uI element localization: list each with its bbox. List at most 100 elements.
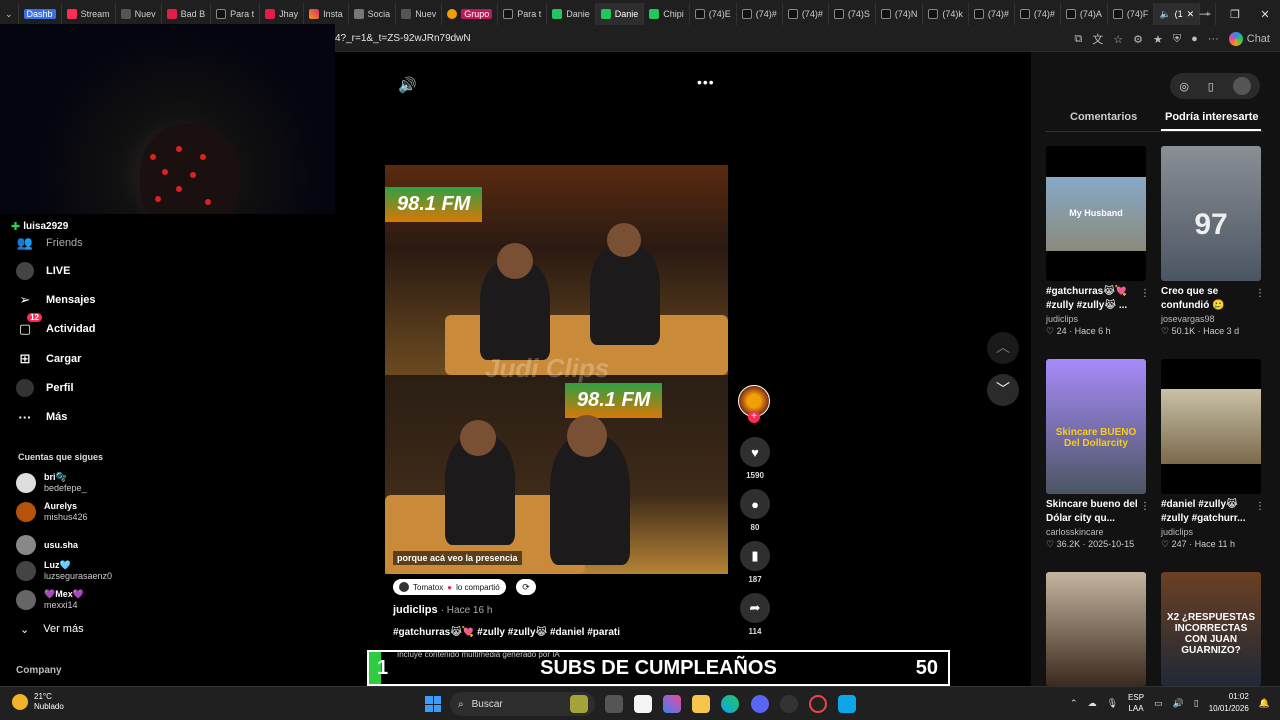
- volume-icon[interactable]: 🔊: [1173, 698, 1184, 709]
- more-options-icon[interactable]: •••: [697, 74, 715, 90]
- network-icon[interactable]: ▭: [1154, 698, 1163, 709]
- notification-bell-icon[interactable]: 🔔: [1259, 698, 1270, 709]
- chrome-icon[interactable]: [809, 695, 827, 713]
- tab-nuevo-2[interactable]: Nuev: [396, 3, 443, 25]
- save-button[interactable]: ▮ 187: [738, 541, 772, 584]
- tab-social[interactable]: Socia: [349, 3, 397, 25]
- following-account[interactable]: Luz🩵 luzsegurasaenz0: [16, 560, 112, 582]
- sidebar-item-profile[interactable]: Perfil: [16, 379, 74, 397]
- tab-bad-bunny[interactable]: Bad B: [162, 3, 212, 25]
- app-icon[interactable]: [838, 695, 856, 713]
- following-account[interactable]: Aurelys mishus426: [16, 501, 88, 523]
- mic-icon[interactable]: 🎙: [1107, 698, 1118, 709]
- follow-plus-icon[interactable]: +: [748, 411, 760, 423]
- author-name[interactable]: judiclips: [393, 604, 438, 616]
- tab-para-ti-2[interactable]: Para t: [498, 3, 548, 25]
- translate-icon[interactable]: 文: [1092, 31, 1103, 47]
- tab-daniel-1[interactable]: Danie: [547, 3, 596, 25]
- tab-nuevo-1[interactable]: Nuev: [116, 3, 162, 25]
- tab-tiktok-1[interactable]: (74)E: [690, 3, 737, 25]
- phone-icon[interactable]: ▯: [1208, 80, 1214, 93]
- open-in-app-icon[interactable]: ⧉: [1074, 33, 1082, 46]
- clock[interactable]: 01:02 10/01/2026: [1209, 691, 1249, 715]
- suggested-video-card[interactable]: X2 ¿RESPUESTAS INCORRECTAS CON JUAN GUAR…: [1161, 572, 1263, 686]
- battery-icon[interactable]: ▯: [1194, 698, 1199, 709]
- weather-widget[interactable]: 21°C Nublado: [12, 692, 64, 712]
- compass-icon[interactable]: ◎: [1179, 80, 1189, 93]
- see-more-button[interactable]: ⌄ Ver más: [20, 623, 84, 636]
- tab-tiktok-7[interactable]: (74)#: [969, 3, 1015, 25]
- repost-button[interactable]: ⟳: [516, 579, 536, 595]
- tab-para-ti-1[interactable]: Para t: [211, 3, 261, 25]
- file-explorer-icon[interactable]: [692, 695, 710, 713]
- tab-daniel-2[interactable]: Danie: [595, 3, 645, 25]
- edge-icon[interactable]: [721, 695, 739, 713]
- more-options-icon[interactable]: ⋮: [1255, 501, 1265, 512]
- tab-dashboard[interactable]: Dashb: [19, 3, 62, 25]
- copilot-app-icon[interactable]: [663, 695, 681, 713]
- close-icon[interactable]: ✕: [1250, 8, 1280, 21]
- tab-tiktok-3[interactable]: (74)#: [783, 3, 829, 25]
- next-video-button[interactable]: ﹀: [987, 374, 1019, 406]
- video-player[interactable]: 98.1 FM 98.1 FM Judi Clips porque acá ve…: [385, 165, 728, 574]
- chevron-up-icon[interactable]: ⌃: [1070, 698, 1078, 709]
- suggested-video-card[interactable]: Skincare BUENO Del Dollarcity ⋮ Skincare…: [1046, 359, 1150, 550]
- sidebar-item-activity[interactable]: ▢ 12 Actividad: [16, 313, 96, 338]
- company-link[interactable]: Company: [16, 665, 62, 676]
- sidebar-item-messages[interactable]: ➢ Mensajes: [16, 291, 96, 309]
- maximize-icon[interactable]: ❐: [1220, 8, 1250, 21]
- comment-button[interactable]: ● 80: [738, 489, 772, 532]
- menu-dots-icon[interactable]: ···: [1208, 33, 1219, 45]
- extensions-icon[interactable]: ⚙: [1133, 33, 1143, 46]
- volume-icon[interactable]: 🔊: [398, 76, 417, 94]
- tab-jhay[interactable]: Jhay: [260, 3, 305, 25]
- minimize-icon[interactable]: —: [1190, 8, 1220, 20]
- tab-you-may-like[interactable]: Podría interesarte: [1165, 111, 1259, 123]
- more-options-icon[interactable]: ⋮: [1140, 501, 1150, 512]
- language-indicator[interactable]: ESP LAA: [1128, 692, 1144, 714]
- following-account[interactable]: usu.sha: [16, 535, 78, 555]
- search-highlight-icon[interactable]: [570, 695, 588, 713]
- tab-grupo[interactable]: Grupo: [442, 3, 499, 25]
- previous-video-button[interactable]: ︿: [987, 332, 1019, 364]
- tab-comments[interactable]: Comentarios: [1070, 111, 1137, 123]
- suggested-video-card[interactable]: 97 ⋮ Creo que se confundió 🥲 josevargas9…: [1161, 146, 1265, 337]
- suggested-video-card[interactable]: [1046, 572, 1148, 686]
- sidebar-item-live[interactable]: LIVE: [16, 262, 70, 280]
- sidebar-item-friends[interactable]: 👥 Friends: [16, 234, 83, 252]
- suggested-video-card[interactable]: My Husband ⋮ #gatchurras😹💘 #zully #zully…: [1046, 146, 1150, 337]
- share-button[interactable]: ➦ 114: [738, 593, 772, 636]
- tab-tiktok-10[interactable]: (74)F: [1108, 3, 1155, 25]
- sidebar-item-upload[interactable]: ⊞ Cargar: [16, 350, 82, 368]
- shared-by-pill[interactable]: Tomatox ● lo compartió: [393, 579, 506, 595]
- profile-avatar-icon[interactable]: ●: [1191, 33, 1198, 45]
- tab-stream[interactable]: Stream: [62, 3, 116, 25]
- copilot-chat-button[interactable]: Chat: [1228, 32, 1270, 46]
- more-options-icon[interactable]: ⋮: [1255, 288, 1265, 299]
- start-button[interactable]: [425, 696, 441, 712]
- tab-tiktok-4[interactable]: (74)S: [829, 3, 876, 25]
- sidebar-item-more[interactable]: ··· Más: [16, 408, 68, 426]
- store-icon[interactable]: [634, 695, 652, 713]
- like-button[interactable]: ♥ 1590: [738, 437, 772, 480]
- onedrive-icon[interactable]: ☁: [1088, 698, 1097, 709]
- tab-tiktok-5[interactable]: (74)N: [876, 3, 924, 25]
- obs-icon[interactable]: [780, 695, 798, 713]
- tab-tiktok-2[interactable]: (74)#: [737, 3, 783, 25]
- tab-tiktok-6[interactable]: (74)k: [923, 3, 969, 25]
- tab-tiktok-9[interactable]: (74)A: [1061, 3, 1108, 25]
- task-view-icon[interactable]: [605, 695, 623, 713]
- avatar[interactable]: [1232, 77, 1251, 95]
- favorites-icon[interactable]: ★: [1153, 33, 1163, 46]
- url-field[interactable]: 4?_r=1&_t=ZS-92wJRn79dwN: [335, 33, 471, 44]
- following-account[interactable]: 💜Mex💜 mexxi14: [16, 589, 84, 611]
- tab-list-button[interactable]: ⌄: [0, 3, 19, 25]
- tab-chipi[interactable]: Chipi: [644, 3, 690, 25]
- video-hashtags[interactable]: #gatchurras😹💘 #zully #zully😹 #daniel #pa…: [393, 627, 620, 638]
- following-account[interactable]: bri🫧 bedefepe_: [16, 472, 87, 494]
- tab-instagram[interactable]: Insta: [304, 3, 349, 25]
- suggested-video-card[interactable]: ⋮ #daniel #zully😹 #zully #gatchurr... ju…: [1161, 359, 1265, 550]
- tab-tiktok-8[interactable]: (74)#: [1015, 3, 1061, 25]
- more-options-icon[interactable]: ⋮: [1140, 288, 1150, 299]
- discord-icon[interactable]: [751, 695, 769, 713]
